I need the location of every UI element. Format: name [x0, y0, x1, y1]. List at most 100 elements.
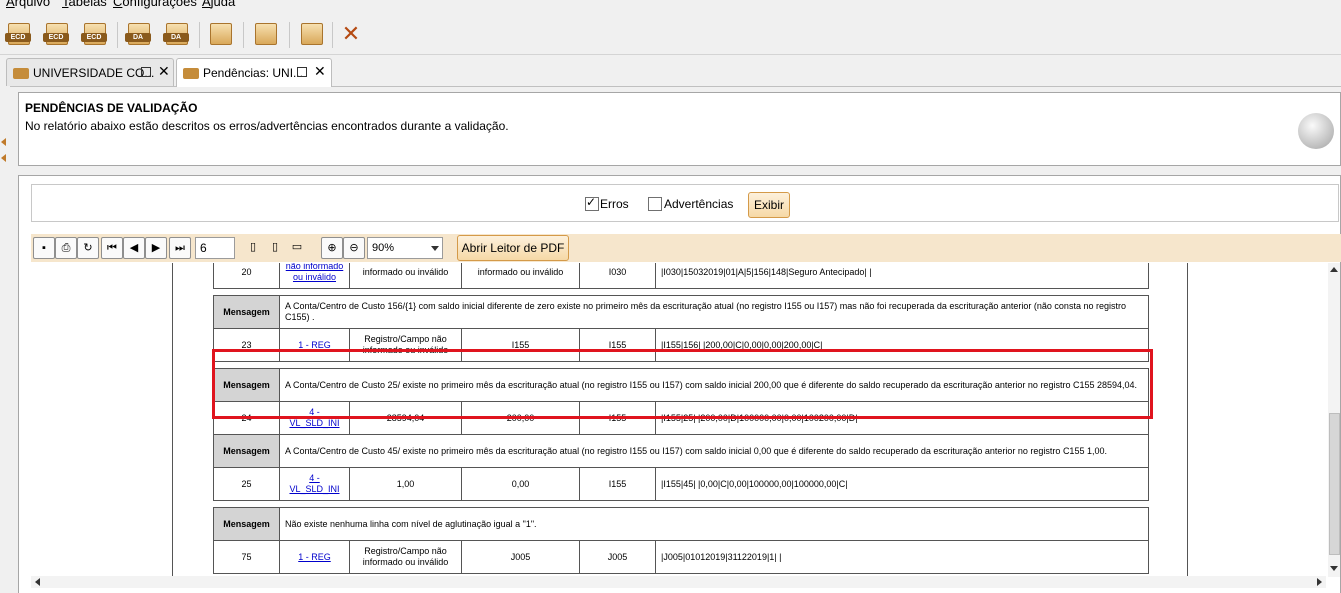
zoom-in-icon[interactable]: ⊕ — [321, 237, 343, 259]
toolbar-separator — [199, 22, 200, 48]
tab-universidade[interactable]: UNIVERSIDADE CO... ✕ — [6, 58, 174, 86]
close-icon[interactable]: ✕ — [339, 20, 363, 48]
field-link[interactable]: 4 - VL_SLD_INI — [289, 473, 339, 494]
da-import-button[interactable]: DA — [124, 20, 152, 48]
register-cell: I030 — [579, 263, 656, 289]
menu-arquivo[interactable]: Arquivo — [6, 0, 50, 9]
field-link[interactable]: 1 - REG — [298, 552, 331, 562]
left-gutter — [0, 86, 10, 592]
message-row: Mensagem A Conta/Centro de Custo 45/ exi… — [213, 434, 1149, 468]
collapse-arrow-icon[interactable] — [1, 154, 6, 162]
maximize-icon[interactable] — [141, 67, 151, 77]
da-label: DA — [163, 33, 189, 42]
zoom-select[interactable]: 90% — [367, 237, 443, 259]
editor-tabs: UNIVERSIDADE CO... ✕ Pendências: UNI... … — [0, 55, 1341, 87]
value-cell: J005 — [461, 540, 580, 574]
toolbar-separator — [117, 22, 118, 48]
message-label: Mensagem — [213, 507, 280, 541]
message-text: A Conta/Centro de Custo 156/{1} com sald… — [279, 295, 1149, 329]
value-cell: 1,00 — [349, 467, 462, 501]
ecd-validate-button[interactable]: ECD — [42, 20, 70, 48]
close-tab-icon[interactable]: ✕ — [158, 63, 170, 80]
da-remove-button[interactable]: DA — [162, 20, 190, 48]
field-link[interactable]: 1 - REG — [298, 340, 331, 350]
toolbar-separator — [243, 22, 244, 48]
scroll-down-icon[interactable] — [1330, 566, 1338, 571]
ecd-label: ECD — [43, 33, 69, 42]
first-page-icon[interactable]: ⏮ — [101, 237, 123, 259]
ecd-file-icon — [183, 68, 199, 79]
close-tab-icon[interactable]: ✕ — [314, 63, 326, 80]
menu-bar: Arquivo Tabelas Configurações Ajuda — [0, 0, 1341, 12]
page-title: PENDÊNCIAS DE VALIDAÇÃO — [25, 101, 198, 115]
filter-bar: Erros Advertências Exibir — [31, 184, 1339, 222]
page-number-input[interactable]: 6 — [195, 237, 235, 259]
highlight-box — [212, 349, 1153, 419]
edit-button[interactable] — [251, 20, 279, 48]
content-cell: |J005|01012019|31122019|1| | — [655, 540, 1149, 574]
toolbar-separator — [289, 22, 290, 48]
register-cell: I155 — [579, 467, 656, 501]
next-page-icon[interactable]: ▶ — [145, 237, 167, 259]
page-edge — [172, 263, 173, 577]
page-edge — [1187, 263, 1188, 577]
maximize-icon[interactable] — [297, 67, 307, 77]
zoom-out-icon[interactable]: ⊖ — [343, 237, 365, 259]
validation-header: PENDÊNCIAS DE VALIDAÇÃO No relatório aba… — [18, 92, 1341, 166]
field-cell: 1 - REG — [279, 540, 350, 574]
ecd-label: ECD — [5, 33, 31, 42]
line-cell: 75 — [213, 540, 280, 574]
pdf-viewer: 20 não informado ou inválido informado o… — [19, 263, 1340, 577]
advertencias-label: Advertências — [664, 197, 734, 211]
tab-pendencias[interactable]: Pendências: UNI... ✕ — [176, 58, 332, 87]
table-row: 75 1 - REG Registro/Campo não informado … — [213, 540, 1149, 574]
field-link[interactable]: não informado ou inválido — [286, 263, 344, 282]
fit-width-icon[interactable]: ▭ — [287, 237, 307, 257]
value-cell: 0,00 — [461, 467, 580, 501]
save-icon[interactable]: ▪ — [33, 237, 55, 259]
content-cell: |I030|15032019|01|A|5|156|148|Seguro Ant… — [655, 263, 1149, 289]
help-button[interactable] — [297, 20, 325, 48]
field-cell: não informado ou inválido — [279, 263, 350, 289]
table-row: 25 4 - VL_SLD_INI 1,00 0,00 I155 |I155|4… — [213, 467, 1149, 501]
table-row: 20 não informado ou inválido informado o… — [213, 263, 1149, 289]
help-icon — [301, 23, 323, 45]
erros-checkbox[interactable] — [585, 195, 599, 211]
scroll-up-icon[interactable] — [1330, 267, 1338, 272]
report-panel: Erros Advertências Exibir ▪ ⎙ ↻ ⏮ ◀ ▶ ⏭ … — [18, 175, 1341, 593]
transmit-button[interactable] — [206, 20, 234, 48]
ecd-import-button[interactable]: ECD — [4, 20, 32, 48]
line-cell: 25 — [213, 467, 280, 501]
scroll-left-icon[interactable] — [35, 578, 40, 586]
prev-page-icon[interactable]: ◀ — [123, 237, 145, 259]
fit-page-icon[interactable]: ▯ — [265, 237, 285, 257]
ecd-file-icon — [13, 68, 29, 79]
horizontal-scrollbar[interactable] — [31, 576, 1326, 588]
zoom-value: 90% — [372, 242, 395, 254]
print-icon[interactable]: ⎙ — [55, 237, 77, 259]
collapse-arrow-icon[interactable] — [1, 138, 6, 146]
single-page-icon[interactable]: ▯ — [243, 237, 263, 257]
refresh-icon[interactable]: ↻ — [77, 237, 99, 259]
menu-ajuda[interactable]: Ajuda — [202, 0, 235, 9]
vertical-scrollbar[interactable] — [1328, 263, 1340, 577]
message-row: Mensagem A Conta/Centro de Custo 156/{1}… — [213, 295, 1149, 329]
menu-configuracoes[interactable]: Configurações — [113, 0, 197, 9]
erros-label: Erros — [600, 197, 629, 211]
ecd-label: ECD — [81, 33, 107, 42]
advertencias-checkbox[interactable] — [648, 197, 662, 211]
edit-icon — [255, 23, 277, 45]
field-cell: 4 - VL_SLD_INI — [279, 467, 350, 501]
last-page-icon[interactable]: ⏭ — [169, 237, 191, 259]
scroll-thumb[interactable] — [1329, 413, 1340, 555]
value-cell: Registro/Campo não informado ou inválido — [349, 540, 462, 574]
open-pdf-reader-button[interactable]: Abrir Leitor de PDF — [457, 235, 569, 261]
menu-tabelas[interactable]: Tabelas — [62, 0, 107, 9]
exibir-button[interactable]: Exibir — [748, 192, 790, 218]
message-label: Mensagem — [213, 434, 280, 468]
main-toolbar: ECD ECD ECD DA DA ✕ — [0, 14, 1341, 55]
transmit-icon — [210, 23, 232, 45]
scroll-right-icon[interactable] — [1317, 578, 1322, 586]
toolbar-separator — [332, 22, 333, 48]
ecd-sign-button[interactable]: ECD — [80, 20, 108, 48]
